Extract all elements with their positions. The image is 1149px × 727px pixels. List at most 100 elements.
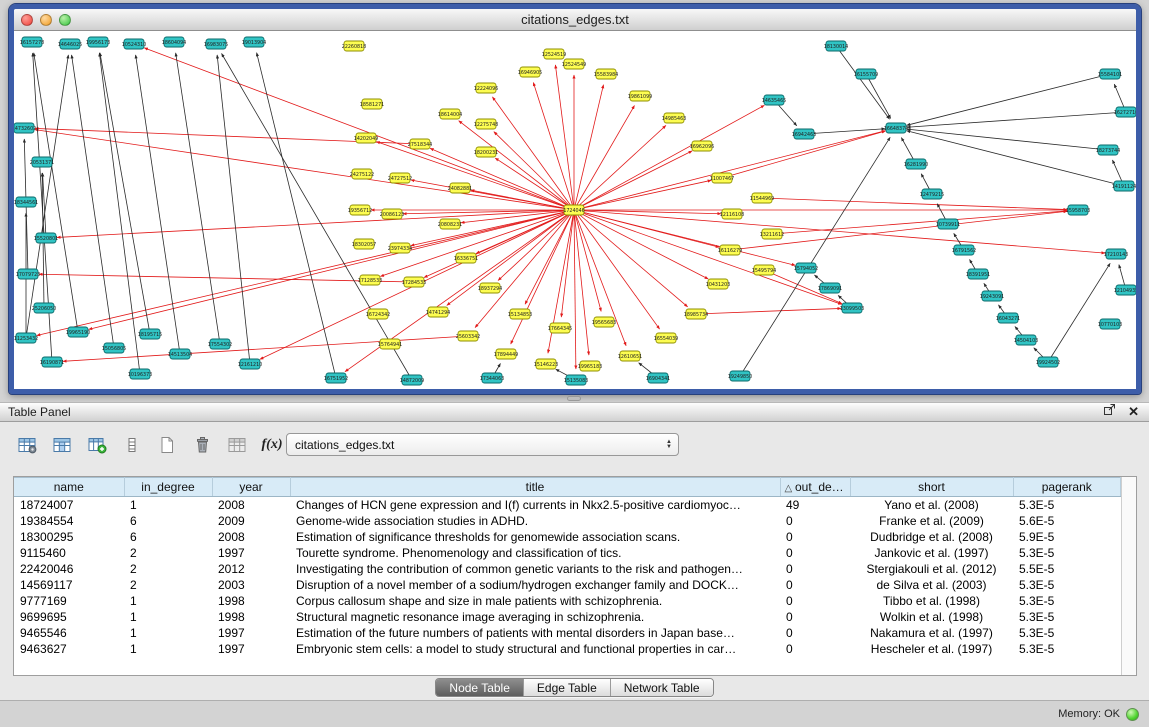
graph-edge[interactable] [498, 210, 574, 281]
table-cell[interactable]: Tourette syndrome. Phenomenology and cla… [290, 545, 780, 561]
table-row[interactable]: 1456911722003Disruption of a novel membe… [14, 577, 1121, 593]
table-cell[interactable]: Yano et al. (2008) [850, 497, 1013, 513]
graph-node[interactable]: 18130014 [824, 41, 848, 51]
graph-node[interactable]: 17894449 [494, 349, 518, 359]
graph-node[interactable]: 14741294 [426, 307, 450, 317]
table-cell[interactable]: 14569117 [14, 577, 124, 593]
graph-node[interactable]: 19356712 [348, 205, 372, 215]
graph-node[interactable]: 16281990 [904, 159, 928, 169]
table-cell[interactable]: 5.3E-5 [1013, 625, 1121, 641]
graph-node[interactable]: 15583984 [594, 69, 618, 79]
table-cell[interactable]: Estimation of the future numbers of pati… [290, 625, 780, 641]
table-cell[interactable]: 5.3E-5 [1013, 577, 1121, 593]
graph-node[interactable]: 16942463 [792, 129, 816, 139]
table-cell[interactable]: 0 [780, 593, 850, 609]
table-cell[interactable]: 2008 [212, 529, 290, 545]
graph-node[interactable]: 19956173 [86, 37, 110, 47]
column-header-name[interactable]: name [14, 478, 124, 497]
table-cell[interactable]: 1 [124, 625, 212, 641]
graph-node[interactable]: 16791562 [952, 245, 976, 255]
graph-node[interactable]: 14202049 [354, 133, 378, 143]
graph-node[interactable]: 15135083 [564, 375, 588, 385]
graph-node[interactable]: 17664345 [548, 323, 572, 333]
graph-node[interactable]: 14732602 [14, 123, 36, 133]
graph-node[interactable]: 16272710 [1114, 107, 1136, 117]
table-cell[interactable]: 1 [124, 641, 212, 657]
table-cell[interactable]: Nakamura et al. (1997) [850, 625, 1013, 641]
table-cell[interactable]: Changes of HCN gene expression and I(f) … [290, 497, 780, 513]
graph-edge[interactable] [1048, 263, 1110, 362]
tab-node-table[interactable]: Node Table [436, 679, 524, 696]
graph-node[interactable]: 17284533 [402, 277, 426, 287]
table-cell[interactable]: 2008 [212, 497, 290, 513]
graph-node[interactable]: 12161210 [238, 359, 262, 369]
table-cell[interactable]: Corpus callosum shape and size in male p… [290, 593, 780, 609]
graph-node[interactable]: 15584101 [1098, 69, 1122, 79]
graph-node[interactable]: 24275122 [350, 169, 374, 179]
graph-node[interactable]: 16946905 [518, 67, 542, 77]
table-cell[interactable]: 0 [780, 609, 850, 625]
graph-edge[interactable] [72, 55, 114, 348]
delete-icon[interactable] [189, 432, 215, 458]
tab-edge-table[interactable]: Edge Table [524, 679, 611, 696]
table-row[interactable]: 1830029562008Estimation of significance … [14, 529, 1121, 545]
table-cell[interactable]: 5.6E-5 [1013, 513, 1121, 529]
graph-node[interactable]: 12524549 [562, 59, 586, 69]
table-cell[interactable]: 49 [780, 497, 850, 513]
graph-edge[interactable] [176, 53, 220, 344]
graph-node[interactable]: 10739911 [936, 219, 960, 229]
table-cell[interactable]: 6 [124, 513, 212, 529]
graph-edge[interactable] [26, 55, 68, 338]
table-cell[interactable]: Genome-wide association studies in ADHD. [290, 513, 780, 529]
new-document-icon[interactable] [154, 432, 180, 458]
graph-node[interactable]: 19249850 [728, 371, 752, 381]
table-cell[interactable]: 1997 [212, 545, 290, 561]
graph-node[interactable]: 13099503 [840, 303, 864, 313]
graph-node[interactable]: 17128533 [358, 275, 382, 285]
graph-edge[interactable] [574, 210, 601, 311]
function-builder-icon[interactable]: f(x) [259, 432, 285, 458]
table-cell[interactable]: 9777169 [14, 593, 124, 609]
graph-edge[interactable] [136, 55, 180, 354]
graph-node[interactable]: 19013904 [242, 37, 266, 47]
graph-node[interactable]: 12610651 [618, 351, 642, 361]
graph-node[interactable]: 16962096 [690, 141, 714, 151]
table-cell[interactable]: 2 [124, 577, 212, 593]
graph-node[interactable]: 16043271 [996, 313, 1020, 323]
graph-edge[interactable] [574, 180, 711, 210]
table-cell[interactable]: 1 [124, 497, 212, 513]
table-cell[interactable]: 5.3E-5 [1013, 497, 1121, 513]
table-cell[interactable]: 2 [124, 561, 212, 577]
table-cell[interactable]: 9465546 [14, 625, 124, 641]
graph-edge[interactable] [740, 137, 890, 376]
graph-node[interactable]: 15134853 [508, 309, 532, 319]
graph-node[interactable]: 15794052 [794, 263, 818, 273]
graph-node[interactable]: 12479215 [920, 189, 944, 199]
graph-node[interactable]: 25206050 [32, 303, 56, 313]
graph-edge[interactable] [907, 129, 1108, 150]
graph-edge[interactable] [907, 131, 1124, 186]
graph-node[interactable]: 14504103 [1014, 335, 1038, 345]
table-cell[interactable]: 9699695 [14, 609, 124, 625]
graph-node[interactable]: 16155709 [854, 69, 878, 79]
table-cell[interactable]: Jankovic et al. (1997) [850, 545, 1013, 561]
graph-node[interactable]: 14985463 [662, 113, 686, 123]
graph-node[interactable]: 14191124 [1112, 181, 1136, 191]
table-row[interactable]: 911546021997Tourette syndrome. Phenomeno… [14, 545, 1121, 561]
create-column-icon[interactable] [84, 432, 110, 458]
table-mode-icon[interactable] [14, 432, 40, 458]
table-cell[interactable]: 0 [780, 545, 850, 561]
table-cell[interactable]: Wolkin et al. (1998) [850, 609, 1013, 625]
graph-node[interactable]: 20808231 [438, 219, 462, 229]
graph-node[interactable]: 18391951 [966, 269, 990, 279]
graph-node[interactable]: 17869091 [818, 283, 842, 293]
table-cell[interactable]: 19384554 [14, 513, 124, 529]
table-cell[interactable]: 1997 [212, 641, 290, 657]
graph-node[interactable]: 17344063 [480, 373, 504, 383]
column-header-title[interactable]: title [290, 478, 780, 497]
graph-node[interactable]: 12524519 [542, 49, 566, 59]
table-cell[interactable]: 1997 [212, 625, 290, 641]
graph-node[interactable]: 17554302 [208, 339, 232, 349]
graph-edge[interactable] [574, 210, 1105, 253]
table-cell[interactable]: 0 [780, 641, 850, 657]
